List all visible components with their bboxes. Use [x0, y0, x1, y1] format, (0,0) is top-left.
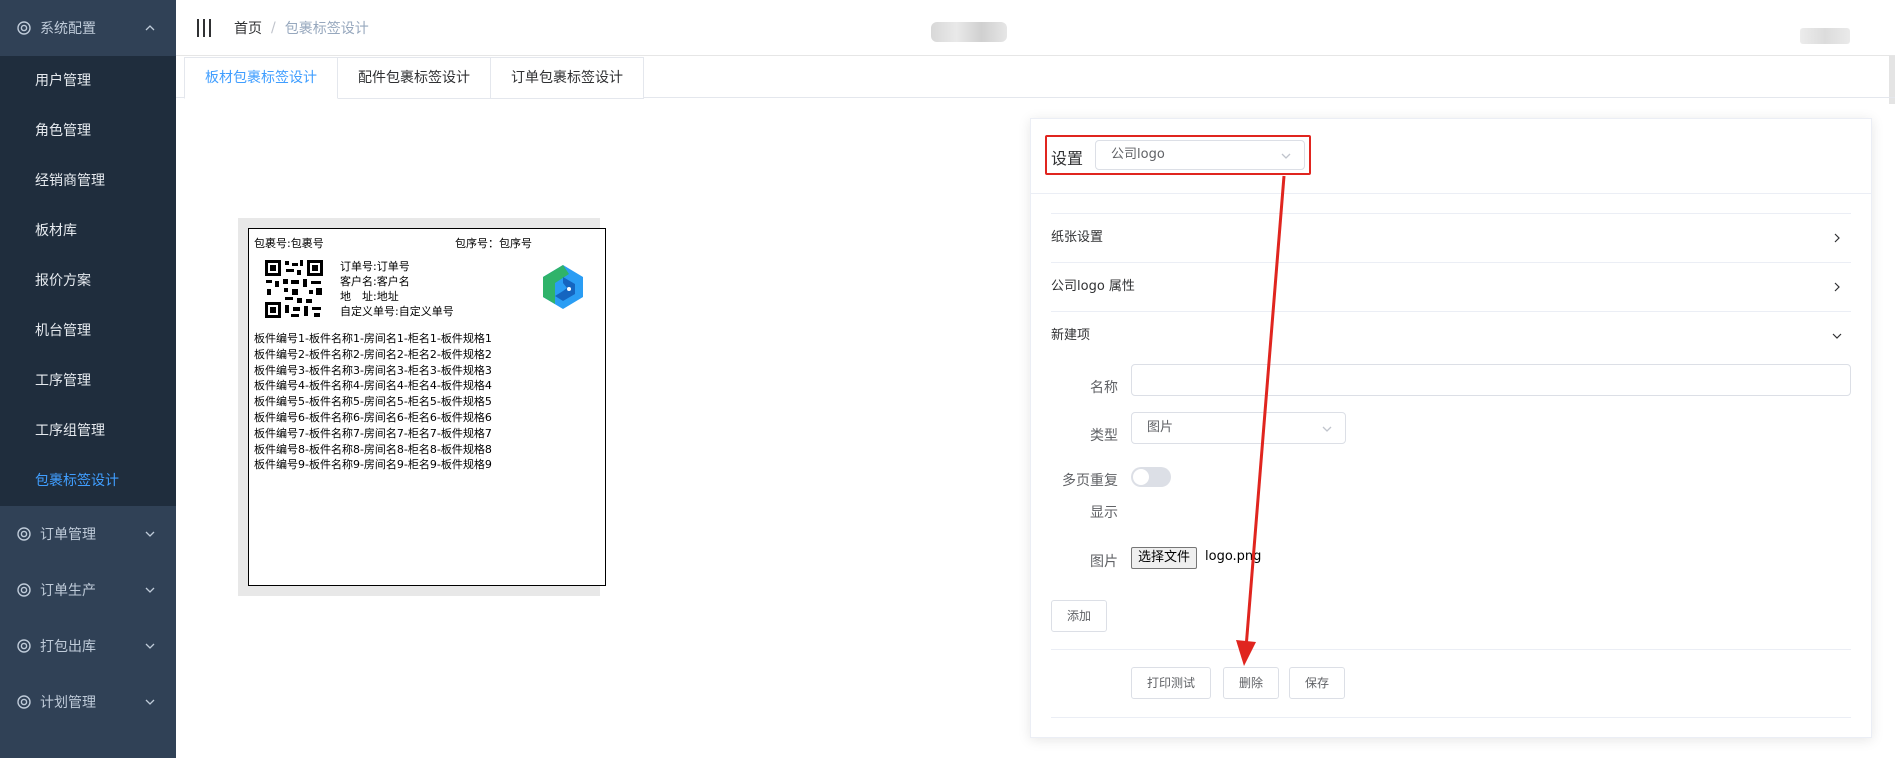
- menu-system-config[interactable]: 系统配置: [0, 0, 176, 56]
- label-package-no[interactable]: 包裹号:包裹号: [254, 235, 324, 251]
- annotation-highlight-box: [1045, 135, 1311, 175]
- sidebar: 系统配置 用户管理 角色管理 经销商管理 板材库 报价方案 机台管理 工序管理 …: [0, 0, 176, 758]
- label-info-block: 订单号:订单号 客户名:客户名 地 址:地址 自定义单号:自定义单号: [340, 259, 454, 319]
- chevron-right-icon: [1834, 282, 1840, 292]
- sidebar-item-process-groups[interactable]: 工序组管理: [0, 406, 176, 456]
- choose-file-button[interactable]: 选择文件: [1131, 547, 1198, 569]
- chevron-right-icon: [1834, 233, 1840, 243]
- sidebar-item-processes[interactable]: 工序管理: [0, 356, 176, 406]
- type-select[interactable]: 图片: [1131, 412, 1346, 444]
- delete-button[interactable]: 删除: [1223, 667, 1279, 699]
- label-panel-rows: 板件编号1-板件名称1-房间名1-柜名1-板件规格1 板件编号2-板件名称2-房…: [254, 331, 492, 473]
- gear-icon: [17, 583, 31, 597]
- chevron-down-icon: [145, 531, 155, 537]
- settings-collapse: 纸张设置 公司logo 属性 新建项 名称 类型 图片 多页重复 显示 图片 添…: [1051, 213, 1851, 632]
- top-navbar: 首页 / 包裹标签设计: [176, 0, 1895, 56]
- collapse-paper-settings[interactable]: 纸张设置: [1051, 214, 1851, 263]
- label-order-no[interactable]: 订单号:订单号: [340, 259, 454, 274]
- label-row[interactable]: 板件编号5-板件名称5-房间名5-柜名5-板件规格5: [254, 394, 492, 410]
- tab-order-package-label[interactable]: 订单包裹标签设计: [491, 57, 644, 99]
- menu-packing-outbound[interactable]: 打包出库: [0, 618, 176, 674]
- menu-orders-label: 订单管理: [40, 527, 96, 543]
- label-row[interactable]: 板件编号3-板件名称3-房间名3-柜名3-板件规格3: [254, 363, 492, 379]
- gear-icon: [17, 695, 31, 709]
- label-address[interactable]: 地 址:地址: [340, 289, 454, 304]
- breadcrumb-home[interactable]: 首页: [234, 18, 262, 38]
- menu-orders[interactable]: 订单管理: [0, 506, 176, 562]
- type-label: 类型: [1090, 428, 1118, 444]
- collapse-paper-settings-label: 纸张设置: [1051, 230, 1104, 245]
- sidebar-item-quote-plans[interactable]: 报价方案: [0, 256, 176, 306]
- collapse-logo-properties[interactable]: 公司logo 属性: [1051, 263, 1851, 312]
- collapse-logo-properties-label: 公司logo 属性: [1051, 279, 1135, 294]
- hamburger-icon[interactable]: [196, 18, 212, 37]
- sidebar-item-roles[interactable]: 角色管理: [0, 106, 176, 156]
- label-preview-area: 包裹号:包裹号 包序号：包序号 订单号:订单号 客户名:客户名 地 址:地址 自…: [238, 218, 606, 596]
- gear-icon: [17, 639, 31, 653]
- tab-accessory-package-label[interactable]: 配件包裹标签设计: [338, 57, 491, 99]
- sidebar-item-board-library[interactable]: 板材库: [0, 206, 176, 256]
- menu-planning-label: 计划管理: [40, 695, 96, 711]
- gear-icon: [17, 21, 31, 35]
- menu-planning[interactable]: 计划管理: [0, 674, 176, 730]
- label-row[interactable]: 板件编号2-板件名称2-房间名2-柜名2-板件规格2: [254, 347, 492, 363]
- chevron-down-icon: [145, 643, 155, 649]
- submenu-system-config: 用户管理 角色管理 经销商管理 板材库 报价方案 机台管理 工序管理 工序组管理…: [0, 56, 176, 506]
- label-row[interactable]: 板件编号9-板件名称9-房间名9-柜名9-板件规格9: [254, 457, 492, 473]
- image-label: 图片: [1090, 554, 1118, 570]
- breadcrumb-separator: /: [271, 19, 276, 36]
- gear-icon: [17, 527, 31, 541]
- label-row[interactable]: 板件编号7-板件名称7-房间名7-柜名7-板件规格7: [254, 426, 492, 442]
- label-row[interactable]: 板件编号8-板件名称8-房间名8-柜名8-板件规格8: [254, 442, 492, 458]
- repeat-label-line2: 显示: [1090, 505, 1118, 521]
- sidebar-item-users[interactable]: 用户管理: [0, 56, 176, 106]
- sidebar-item-dealers[interactable]: 经销商管理: [0, 156, 176, 206]
- company-logo-icon[interactable]: [539, 263, 587, 311]
- sidebar-item-machines[interactable]: 机台管理: [0, 306, 176, 356]
- menu-order-production-label: 订单生产: [40, 583, 96, 599]
- menu-packing-outbound-label: 打包出库: [40, 639, 96, 655]
- chevron-down-icon: [1832, 333, 1842, 339]
- label-row[interactable]: 板件编号6-板件名称6-房间名6-柜名6-板件规格6: [254, 410, 492, 426]
- tab-board-package-label[interactable]: 板材包裹标签设计: [184, 57, 338, 99]
- menu-system-config-label: 系统配置: [40, 21, 96, 37]
- label-row[interactable]: 板件编号1-板件名称1-房间名1-柜名1-板件规格1: [254, 331, 492, 347]
- chevron-down-icon: [145, 699, 155, 705]
- settings-header: 设置 公司logo: [1031, 119, 1871, 194]
- chevron-down-icon: [1322, 426, 1332, 432]
- blurred-user[interactable]: [1800, 28, 1850, 44]
- file-name: logo.png: [1205, 549, 1262, 564]
- collapse-new-item-label: 新建项: [1051, 328, 1091, 343]
- name-label: 名称: [1090, 380, 1118, 396]
- label-custom-no[interactable]: 自定义单号:自定义单号: [340, 304, 454, 319]
- actions-divider-top: [1051, 649, 1851, 650]
- settings-panel: 设置 公司logo 纸张设置 公司logo 属性 新建项 名称 类型 图片 多页…: [1030, 118, 1872, 738]
- chevron-down-icon: [145, 587, 155, 593]
- name-input[interactable]: [1131, 364, 1851, 396]
- label-sequence-no[interactable]: 包序号：包序号: [455, 235, 532, 251]
- print-test-button[interactable]: 打印测试: [1131, 667, 1211, 699]
- repeat-label: 多页重复: [1062, 473, 1118, 489]
- save-button[interactable]: 保存: [1289, 667, 1345, 699]
- collapse-new-item[interactable]: 新建项: [1051, 312, 1851, 360]
- chevron-up-icon: [145, 25, 155, 31]
- menu-order-production[interactable]: 订单生产: [0, 562, 176, 618]
- sidebar-item-package-label-design[interactable]: 包裹标签设计: [0, 456, 176, 506]
- label-canvas: 包裹号:包裹号 包序号：包序号 订单号:订单号 客户名:客户名 地 址:地址 自…: [248, 228, 606, 586]
- label-customer[interactable]: 客户名:客户名: [340, 274, 454, 289]
- repeat-switch[interactable]: [1131, 467, 1171, 487]
- breadcrumb-current: 包裹标签设计: [284, 20, 369, 37]
- blurred-info: [931, 22, 1007, 42]
- qr-code-icon[interactable]: [264, 259, 324, 319]
- actions-divider-bottom: [1051, 717, 1851, 718]
- add-button[interactable]: 添加: [1051, 600, 1107, 632]
- tab-bar: 板材包裹标签设计 配件包裹标签设计 订单包裹标签设计: [184, 57, 644, 99]
- label-row[interactable]: 板件编号4-板件名称4-房间名4-柜名4-板件规格4: [254, 378, 492, 394]
- type-select-value: 图片: [1147, 420, 1174, 435]
